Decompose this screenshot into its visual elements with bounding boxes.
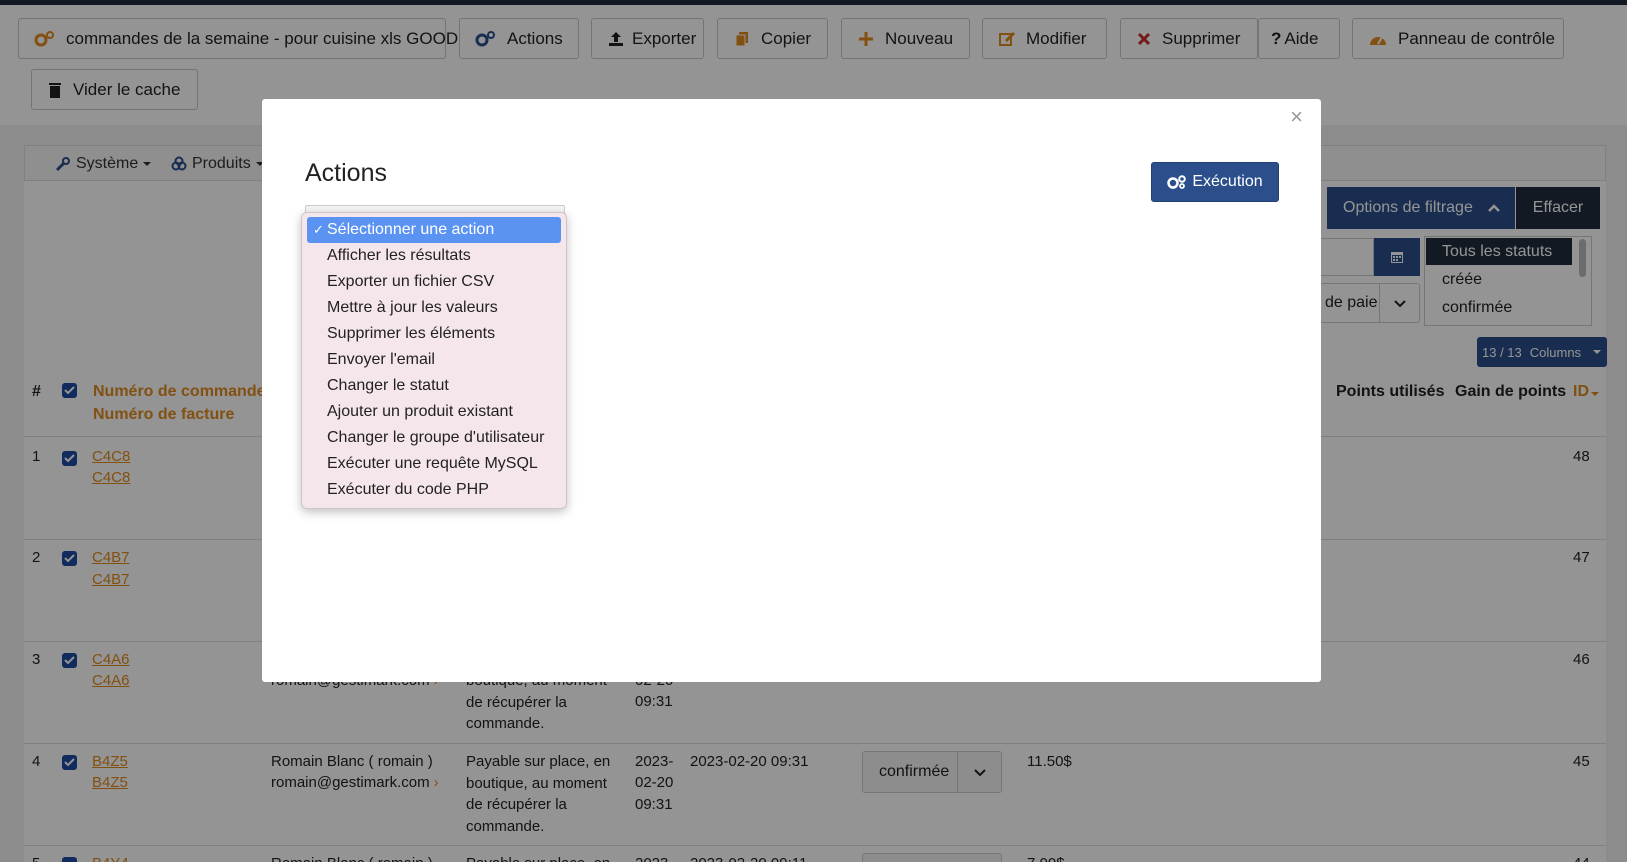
action-option-change-status[interactable]: Changer le statut	[307, 373, 561, 399]
gears-icon	[1167, 175, 1187, 189]
check-icon: ✓	[313, 222, 324, 237]
action-option-send-email[interactable]: Envoyer l'email	[307, 347, 561, 373]
action-option-change-group[interactable]: Changer le groupe d'utilisateur	[307, 425, 561, 451]
close-icon[interactable]: ×	[1290, 104, 1303, 130]
action-option-select[interactable]: ✓ Sélectionner une action	[307, 217, 561, 243]
action-option-mysql[interactable]: Exécuter une requête MySQL	[307, 451, 561, 477]
modal-title: Actions	[305, 159, 387, 187]
action-option-export-csv[interactable]: Exporter un fichier CSV	[307, 269, 561, 295]
execute-button[interactable]: Exécution	[1151, 162, 1279, 202]
action-option-show-results[interactable]: Afficher les résultats	[307, 243, 561, 269]
action-dropdown: ✓ Sélectionner une action Afficher les ré…	[301, 212, 567, 509]
action-option-delete-items[interactable]: Supprimer les éléments	[307, 321, 561, 347]
action-option-add-product[interactable]: Ajouter un produit existant	[307, 399, 561, 425]
action-option-php[interactable]: Exécuter du code PHP	[307, 477, 561, 503]
action-option-update-values[interactable]: Mettre à jour les valeurs	[307, 295, 561, 321]
execute-label: Exécution	[1192, 173, 1263, 190]
action-option-label: Sélectionner une action	[327, 221, 495, 238]
